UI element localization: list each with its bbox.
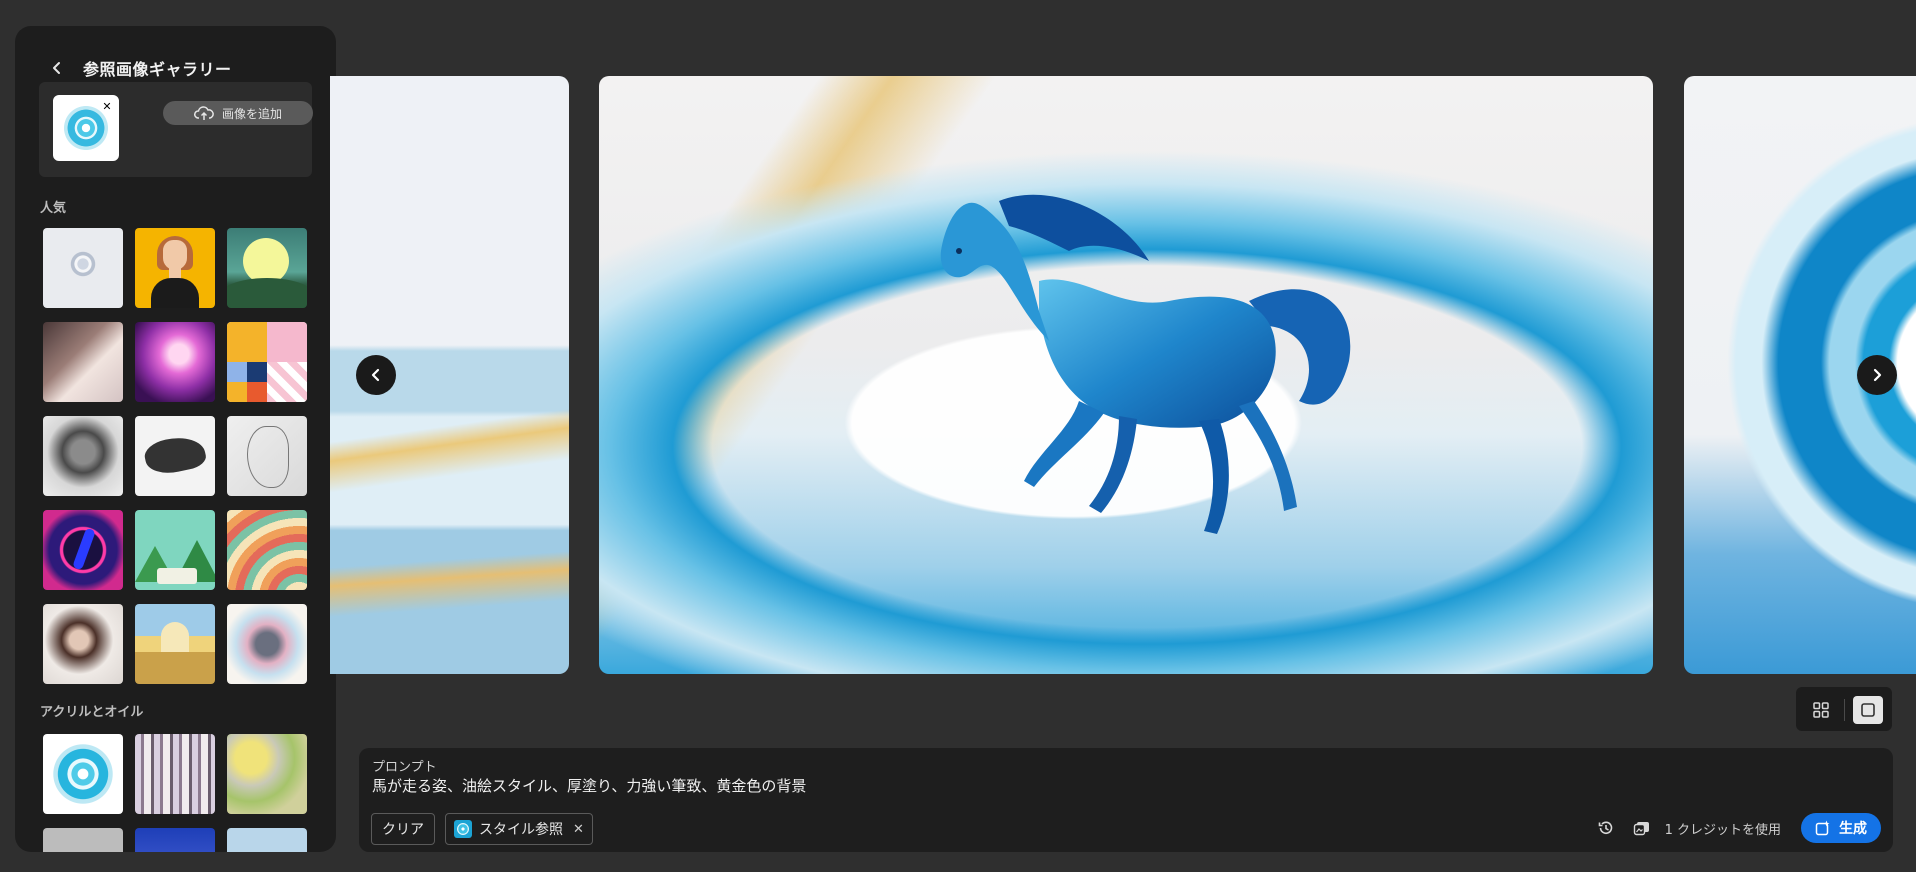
add-image-label: 画像を追加	[221, 106, 282, 121]
section-label-acrylic-oil: アクリルとオイル	[40, 705, 144, 720]
gallery-tile[interactable]	[227, 828, 307, 852]
gallery-tile[interactable]	[135, 322, 215, 402]
acrylic-oil-grid	[43, 734, 307, 852]
grid-icon	[1813, 702, 1829, 718]
square-icon	[1861, 703, 1875, 717]
gallery-tile[interactable]	[227, 510, 307, 590]
next-image-button[interactable]	[1857, 355, 1897, 395]
close-icon[interactable]: ✕	[100, 100, 114, 114]
grid-view-button[interactable]	[1806, 696, 1836, 724]
generate-label: 生成	[1839, 821, 1867, 837]
horse-illustration	[940, 194, 1351, 534]
clear-button[interactable]: クリア	[371, 813, 435, 845]
gallery-tile[interactable]	[227, 416, 307, 496]
style-reference-chip[interactable]: スタイル参照 ✕	[445, 813, 593, 845]
chevron-left-icon	[371, 368, 380, 382]
credit-usage-text: 1 クレジットを使用	[1664, 822, 1781, 838]
sparkle-generate-icon	[1815, 820, 1830, 836]
prompt-label: プロンプト	[372, 760, 437, 775]
gallery-tile[interactable]	[43, 734, 123, 814]
gallery-tile[interactable]	[135, 828, 215, 852]
previous-image-button[interactable]	[356, 355, 396, 395]
gallery-tile[interactable]	[135, 416, 215, 496]
selected-reference-area: ✕ 画像を追加	[39, 82, 313, 177]
main-generated-image[interactable]	[599, 76, 1653, 674]
gallery-tile[interactable]	[43, 416, 123, 496]
style-reference-thumbnail	[454, 820, 472, 838]
generate-button[interactable]: 生成	[1801, 813, 1881, 843]
style-reference-label: スタイル参照	[479, 822, 563, 838]
history-button[interactable]	[1595, 817, 1617, 839]
gallery-tile[interactable]	[43, 604, 123, 684]
gallery-tile[interactable]	[43, 510, 123, 590]
divider	[1844, 699, 1845, 721]
cloud-upload-icon	[193, 106, 214, 120]
panel-title: 参照画像ギャラリー	[83, 60, 232, 79]
reference-gallery-panel: 参照画像ギャラリー ✕ 画像を追加 人気 アクリルとオイル	[15, 26, 336, 852]
chevron-left-icon	[53, 62, 60, 74]
gallery-tile[interactable]	[135, 604, 215, 684]
popular-grid	[43, 228, 307, 684]
gallery-tile[interactable]	[135, 510, 215, 590]
section-label-popular: 人気	[40, 201, 67, 216]
chevron-right-icon	[1873, 368, 1882, 382]
single-view-button[interactable]	[1853, 696, 1883, 724]
back-button[interactable]	[45, 56, 69, 80]
gallery-tile[interactable]	[43, 322, 123, 402]
selected-reference-thumbnail[interactable]: ✕	[53, 95, 119, 161]
gallery-tile[interactable]	[135, 734, 215, 814]
prompt-tools: 1 クレジットを使用 生成	[1595, 813, 1881, 843]
image-settings-button[interactable]	[1631, 817, 1653, 839]
panel-header: 参照画像ギャラリー	[45, 56, 232, 80]
gallery-tile[interactable]	[135, 228, 215, 308]
prompt-input[interactable]: 馬が走る姿、油絵スタイル、厚塗り、力強い筆致、黄金色の背景	[372, 775, 806, 796]
prompt-bar: プロンプト 馬が走る姿、油絵スタイル、厚塗り、力強い筆致、黄金色の背景 クリア …	[359, 748, 1893, 852]
gallery-tile[interactable]	[43, 228, 123, 308]
gallery-tile[interactable]	[227, 734, 307, 814]
gallery-tile[interactable]	[43, 828, 123, 852]
gallery-tile[interactable]	[227, 322, 307, 402]
gallery-tile[interactable]	[227, 228, 307, 308]
close-icon[interactable]: ✕	[573, 822, 584, 837]
view-toggle	[1796, 687, 1892, 731]
gallery-tile[interactable]	[227, 604, 307, 684]
add-image-button[interactable]: 画像を追加	[163, 101, 313, 125]
image-settings-icon	[1633, 822, 1649, 836]
history-icon	[1598, 821, 1612, 835]
